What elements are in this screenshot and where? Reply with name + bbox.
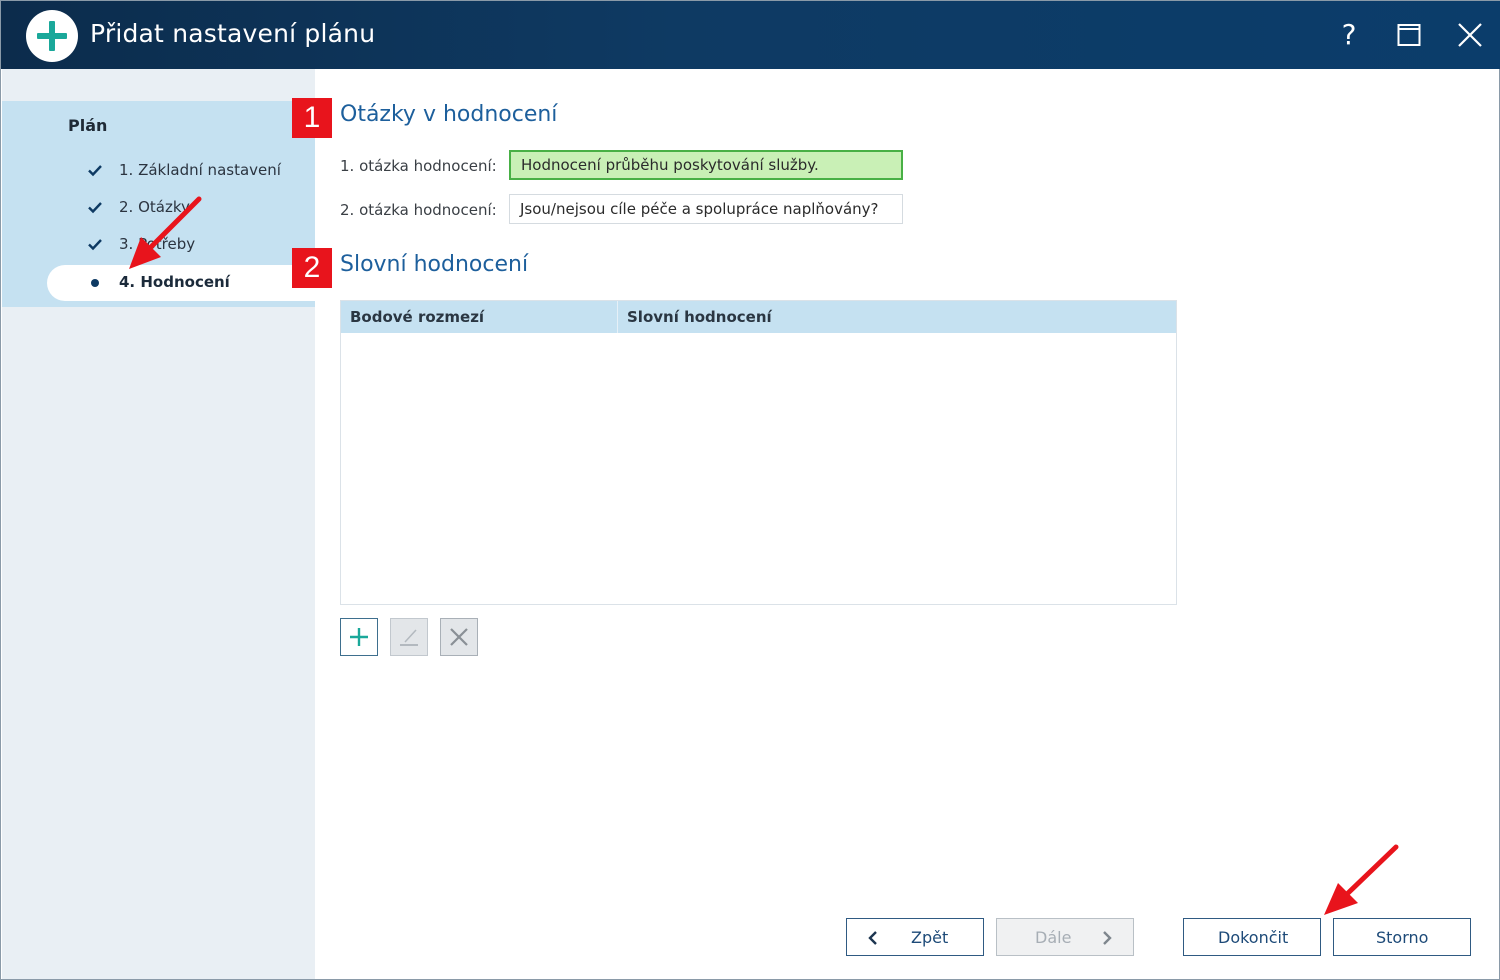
dialog-window: Přidat nastavení plánu ? Plán 1. Základn… bbox=[0, 0, 1500, 980]
pencil-icon bbox=[400, 629, 418, 646]
chevron-left-icon bbox=[868, 931, 877, 945]
sidebar-item-basic-settings[interactable]: 1. Základní nastavení bbox=[47, 153, 315, 189]
sidebar-item-label: 3. Potřeby bbox=[119, 235, 196, 253]
maximize-icon bbox=[1397, 24, 1421, 46]
section-title-questions: Otázky v hodnocení bbox=[340, 102, 558, 127]
question-1-label: 1. otázka hodnocení: bbox=[340, 157, 497, 175]
close-button[interactable] bbox=[1450, 15, 1490, 55]
delete-row-button[interactable] bbox=[440, 618, 478, 656]
plus-icon bbox=[350, 628, 368, 646]
current-step-dot-icon bbox=[91, 279, 99, 287]
add-plus-icon bbox=[26, 10, 78, 62]
close-icon bbox=[1458, 23, 1482, 47]
next-button[interactable]: Dále bbox=[996, 918, 1134, 956]
add-row-button[interactable] bbox=[340, 618, 378, 656]
annotation-arrow-finish bbox=[1324, 844, 1399, 915]
sidebar-heading: Plán bbox=[68, 116, 108, 135]
table-header: Bodové rozmezí Slovní hodnocení bbox=[341, 301, 1176, 333]
sidebar-item-label: 1. Základní nastavení bbox=[119, 161, 281, 179]
sidebar-item-needs[interactable]: 3. Potřeby bbox=[47, 227, 315, 263]
back-button[interactable]: Zpět bbox=[846, 918, 984, 956]
column-divider bbox=[617, 301, 618, 333]
column-header-point-range[interactable]: Bodové rozmezí bbox=[350, 308, 484, 326]
sidebar-item-questions[interactable]: 2. Otázky bbox=[47, 190, 315, 226]
question-2-label: 2. otázka hodnocení: bbox=[340, 201, 497, 219]
sidebar-item-evaluation[interactable]: 4. Hodnocení bbox=[47, 265, 315, 301]
checkmark-icon bbox=[88, 202, 102, 214]
finish-button-label: Dokončit bbox=[1218, 928, 1289, 947]
finish-button[interactable]: Dokončit bbox=[1183, 918, 1321, 956]
checkmark-icon bbox=[88, 239, 102, 251]
delete-x-icon bbox=[450, 628, 468, 646]
question-2-input[interactable]: Jsou/nejsou cíle péče a spolupráce naplň… bbox=[509, 194, 903, 224]
sidebar-item-label: 2. Otázky bbox=[119, 198, 190, 216]
edit-row-button[interactable] bbox=[390, 618, 428, 656]
sidebar-item-label: 4. Hodnocení bbox=[119, 273, 230, 291]
annotation-badge-2: 2 bbox=[292, 248, 332, 288]
cancel-button[interactable]: Storno bbox=[1333, 918, 1471, 956]
column-header-verbal-evaluation[interactable]: Slovní hodnocení bbox=[627, 308, 772, 326]
section-title-verbal-evaluation: Slovní hodnocení bbox=[340, 252, 529, 277]
help-button[interactable]: ? bbox=[1329, 15, 1369, 55]
back-button-label: Zpět bbox=[911, 928, 949, 947]
chevron-right-icon bbox=[1103, 931, 1112, 945]
title-bar: Přidat nastavení plánu ? bbox=[1, 1, 1500, 69]
maximize-button[interactable] bbox=[1389, 15, 1429, 55]
checkmark-icon bbox=[88, 165, 102, 177]
annotation-badge-1: 1 bbox=[292, 98, 332, 138]
question-1-input[interactable]: Hodnocení průběhu poskytování služby. bbox=[509, 150, 903, 180]
window-title: Přidat nastavení plánu bbox=[90, 19, 376, 48]
wizard-sidebar: Plán 1. Základní nastavení 2. Otázky 3. … bbox=[2, 69, 315, 979]
verbal-evaluation-table[interactable]: Bodové rozmezí Slovní hodnocení bbox=[340, 300, 1177, 605]
next-button-label: Dále bbox=[1035, 928, 1072, 947]
cancel-button-label: Storno bbox=[1376, 928, 1429, 947]
